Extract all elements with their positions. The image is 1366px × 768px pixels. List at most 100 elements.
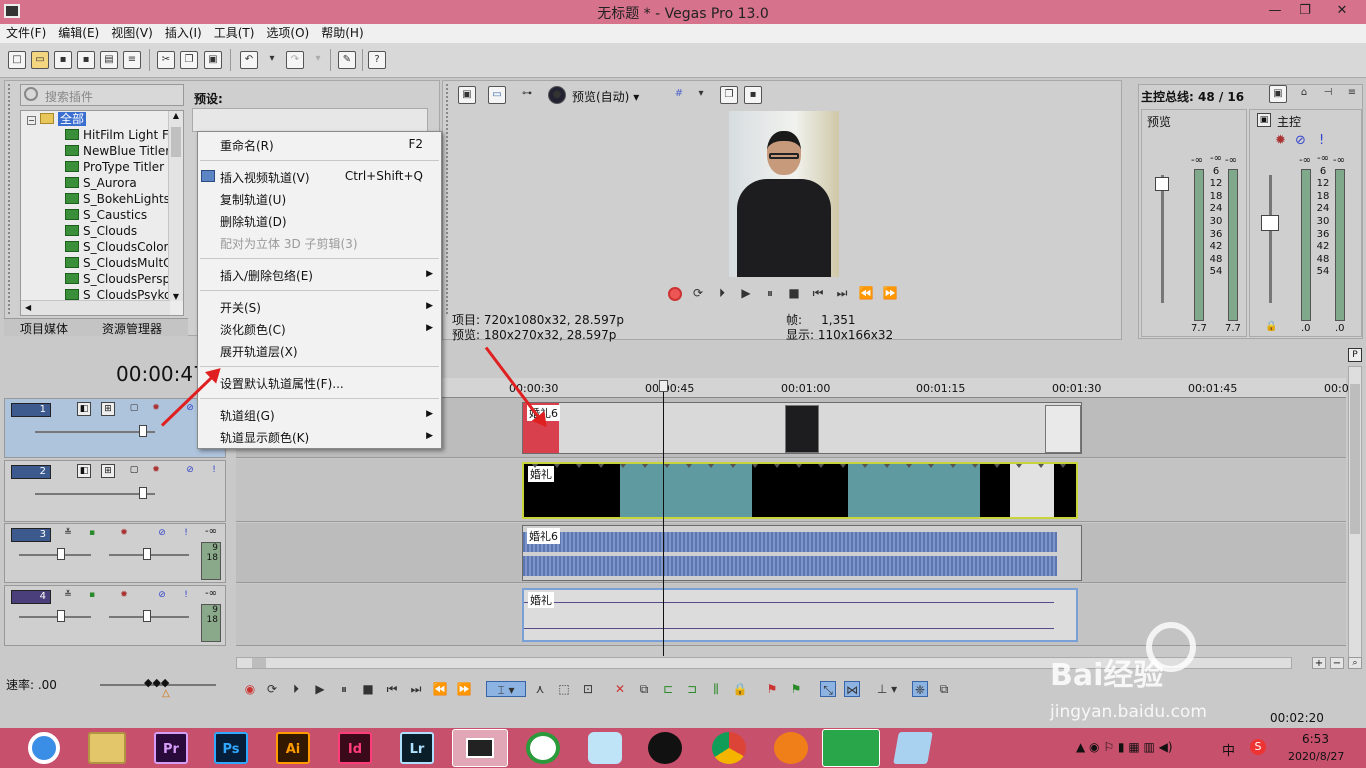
composite-mode-icon[interactable]: ◧ [77,402,91,416]
trim-end-icon[interactable]: ⊐ [684,681,700,697]
lock-envelopes-icon[interactable]: ❈ [912,681,928,697]
track-fx-icon[interactable]: ▪ [85,589,99,603]
track-motion-icon[interactable]: ⊞ [101,402,115,416]
split-icon[interactable]: ⫼ [708,681,724,697]
pause-icon[interactable]: ⏸ [762,285,778,301]
undo-dropdown-icon[interactable]: ▾ [263,51,281,69]
keyframe-marker[interactable] [708,464,714,468]
overlays-dropdown-icon[interactable]: ▾ [692,86,710,104]
record-icon[interactable]: ◉ [242,681,258,697]
menu-item-duplicate-track[interactable]: 复制轨道(U) [220,191,286,208]
track-solo-icon[interactable]: ! [179,589,193,603]
menu-help[interactable]: 帮助(H) [315,24,369,43]
stop-icon[interactable]: ■ [360,681,376,697]
mixer-properties-icon[interactable]: ▣ [1269,85,1287,103]
render-icon[interactable]: ▤ [100,51,118,69]
copy-snapshot-icon[interactable]: ❐ [720,86,738,104]
menu-item-track-group[interactable]: 轨道组(G) [220,407,275,424]
keyframe-marker[interactable] [1038,464,1044,468]
master-fader-thumb[interactable] [1261,215,1279,231]
downmix-icon[interactable]: ⊣ [1319,85,1337,103]
illustrator-icon[interactable]: Ai [276,732,310,764]
stop-icon[interactable]: ■ [786,285,802,301]
plugin-item[interactable]: S_CloudsColorS [21,239,183,255]
menu-item-insert-video-track[interactable]: 插入视频轨道(V) [220,169,310,186]
plugin-tree-hscrollbar[interactable]: ◀ [21,300,170,315]
redo-icon[interactable]: ↷ [286,51,304,69]
keyframe-marker[interactable] [642,464,648,468]
scroll-thumb[interactable] [171,127,181,157]
preview-properties-icon[interactable]: ▣ [458,86,476,104]
track-fx-icon[interactable]: ▪ [85,527,99,541]
trim-start-icon[interactable]: ⊏ [660,681,676,697]
plugin-item[interactable]: S_CloudsMultCo [21,255,183,271]
premiere-icon[interactable]: Pr [154,732,188,764]
menu-view[interactable]: 视图(V) [105,24,159,43]
maximize-button[interactable]: ❐ [1288,0,1322,22]
ignore-grouping-icon[interactable]: ⧉ [936,681,952,697]
app-icon-redgreen[interactable] [526,732,560,764]
split-screen-icon[interactable]: ⊶ [518,86,536,104]
lightroom-icon[interactable]: Lr [400,732,434,764]
keyframe-marker[interactable] [730,464,736,468]
play-from-start-icon[interactable]: ⏵ [288,681,304,697]
track-mute-icon[interactable]: ⊘ [155,589,169,603]
overlays-grid-icon[interactable]: # [670,86,688,104]
master-lock-icon[interactable]: 🔒 [1265,321,1277,332]
normal-edit-tool-icon[interactable]: ⌶ ▾ [486,681,526,697]
insert-region-icon[interactable]: ⚑ [788,681,804,697]
track-solo-icon[interactable]: ! [179,527,193,541]
keyframe-marker[interactable] [620,464,626,468]
audio-clip-track-3[interactable]: 婚礼6 [522,525,1082,581]
zoom-in-icon[interactable]: + [1312,657,1326,669]
keyframe-marker[interactable] [774,464,780,468]
file-explorer-icon[interactable] [88,732,126,764]
auto-ripple-icon[interactable]: ⤡ [820,681,836,697]
master-mute-icon[interactable]: ⊘ [1295,133,1306,148]
keyframe-marker[interactable] [950,464,956,468]
open-folder-icon[interactable]: ▭ [31,51,49,69]
go-to-start-icon[interactable]: ⏮ [810,285,826,301]
save-as-icon[interactable]: ▪ [77,51,95,69]
preview-quality-dropdown[interactable]: 预览(自动) ▾ [572,88,639,105]
track-pan-thumb[interactable] [143,548,151,560]
plugin-item[interactable]: S_Caustics [21,207,183,223]
keyframe-marker[interactable] [576,464,582,468]
master-fx-icon[interactable]: ▣ [1257,113,1271,127]
clock-date[interactable]: 2020/8/27 [1288,750,1344,763]
keyframe-marker[interactable] [1016,464,1022,468]
paste-icon[interactable]: ▣ [204,51,222,69]
audio-clip-track-4[interactable]: 婚礼 [522,588,1078,642]
menu-item-insert-remove-envelope[interactable]: 插入/删除包络(E) [220,267,313,284]
keyframe-marker[interactable] [686,464,692,468]
track-fx-icon[interactable]: ▢ [127,402,141,416]
scroll-down-icon[interactable]: ▼ [169,292,183,301]
track-pan-thumb[interactable] [143,610,151,622]
properties-icon[interactable]: ≡ [123,51,141,69]
keyframe-marker[interactable] [818,464,824,468]
zoom-out-icon[interactable]: − [1330,657,1344,669]
track-level-slider[interactable] [35,493,155,495]
track-header-3[interactable]: 3 ≚ ▪ ✹ ⊘ ! -∞ 9 18 [4,523,226,583]
qq-icon[interactable] [648,732,682,764]
preview-fx-icon[interactable]: ● [548,86,566,104]
keyframe-marker[interactable] [972,464,978,468]
plugin-item[interactable]: NewBlue Titler F [21,143,183,159]
envelope-tool-icon[interactable]: ⋏ [532,681,548,697]
track-mute-icon[interactable]: ⊘ [155,527,169,541]
menu-insert[interactable]: 插入(I) [159,24,208,43]
panel-grip[interactable] [8,84,14,314]
external-monitor-icon[interactable]: ▭ [488,86,506,104]
selection-tool-icon[interactable]: ⬚ [556,681,572,697]
plugin-search-input[interactable]: 搜索插件 [20,84,184,106]
keyframe-marker[interactable] [862,464,868,468]
ime-indicator[interactable]: 中 [1222,740,1235,759]
panel-grip[interactable] [446,84,452,314]
pause-icon[interactable]: ⏸ [336,681,352,697]
keyframe-marker[interactable] [532,464,538,468]
save-snapshot-icon[interactable]: ▪ [744,86,762,104]
video-clip-track-1[interactable]: 婚礼6 [522,402,1082,454]
mixer-menu-icon[interactable]: ≡ [1343,85,1361,103]
keyframe-marker[interactable] [664,464,670,468]
trim-icon[interactable]: ⧉ [636,681,652,697]
